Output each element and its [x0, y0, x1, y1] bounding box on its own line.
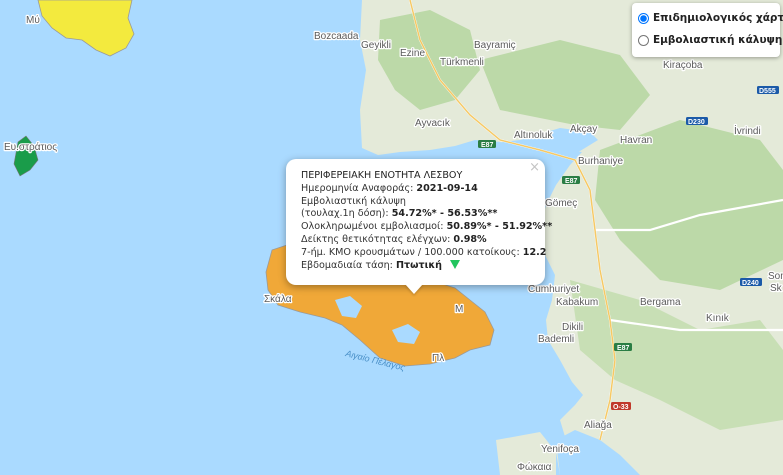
layer-control: Επιδημιολογικός χάρτης Εμβολιαστική κάλυ… — [632, 3, 783, 57]
layer-option-epidemiological[interactable]: Επιδημιολογικός χάρτης — [638, 12, 783, 24]
full-vaccination-value: 50.89%* - 51.92%** — [446, 221, 553, 233]
svg-text:E87: E87 — [481, 142, 494, 149]
radio-epidemiological[interactable] — [638, 12, 649, 24]
place-label: Geyikli — [361, 40, 391, 51]
radio-vaccination[interactable] — [638, 34, 649, 46]
trend-row: Εβδομαδιαία τάση: Πτωτική — [301, 260, 537, 273]
svg-text:E87: E87 — [565, 178, 578, 185]
report-date-label: Ημερομηνία Αναφοράς: — [301, 182, 414, 194]
place-label: Bayramiç — [474, 40, 516, 51]
coverage-label: Εμβολιαστική κάλυψη — [301, 195, 406, 207]
full-vaccination-label: Ολοκληρωμένοι εμβολιασμοί: — [301, 221, 444, 233]
report-date-row: Ημερομηνία Αναφοράς: 2021-09-14 — [301, 183, 537, 196]
svg-text:D240: D240 — [742, 280, 759, 287]
road-shield-6: D555 — [757, 86, 779, 95]
place-label: Bozcaada — [314, 31, 359, 42]
popup-tip — [405, 284, 423, 294]
place-label: Ευ.στράτιος — [4, 141, 57, 153]
positivity-value: 0.98% — [453, 233, 487, 245]
report-date-value: 2021-09-14 — [416, 182, 478, 194]
svg-text:E87: E87 — [617, 345, 630, 352]
full-vaccination-row: Ολοκληρωμένοι εμβολιασμοί: 50.89%* - 51.… — [301, 221, 552, 234]
place-label: Πλ — [432, 353, 444, 364]
first-dose-value: 54.72%* - 56.53%** — [391, 208, 498, 220]
region-popup: × ΠΕΡΙΦΕΡΕΙΑΚΗ ΕΝΟΤΗΤΑ ΛΕΣΒΟΥ Ημερομηνία… — [286, 159, 552, 285]
road-shield-2: E87 — [562, 176, 580, 185]
place-label: Havran — [620, 135, 652, 146]
place-label: Aliağa — [584, 420, 612, 431]
trend-value: Πτωτική — [395, 259, 442, 271]
place-label: Kınık — [706, 313, 730, 324]
place-label: Gömeç — [545, 198, 577, 209]
place-label: Altınoluk — [514, 130, 553, 141]
first-dose-row: (τουλαχ.1η δόση): 54.72%* - 56.53%** — [301, 208, 537, 221]
road-shield-1: E87 — [478, 140, 496, 149]
place-label: Akçay — [570, 124, 597, 135]
place-label: Soma — [768, 271, 783, 282]
svg-text:D555: D555 — [759, 88, 776, 95]
road-shield-4: D230 — [686, 117, 708, 126]
cases-row: 7-ήμ. ΚΜΟ κρουσμάτων / 100.000 κατοίκους… — [301, 246, 546, 260]
place-label: Kabakum — [556, 297, 598, 308]
place-label: İvrindi — [734, 124, 761, 137]
place-label: Cumhuriyet — [528, 284, 579, 295]
place-label: Türkmenli — [440, 57, 484, 68]
place-label: Φώκαια — [517, 461, 552, 473]
first-dose-label: (τουλαχ.1η δόση): — [301, 208, 389, 220]
layer-option-label: Επιδημιολογικός χάρτης — [653, 12, 783, 24]
place-label: Kiraçoba — [663, 60, 703, 71]
place-label: Bergama — [640, 297, 681, 308]
positivity-label: Δείκτης θετικότητας ελέγχων: — [301, 233, 451, 245]
road-shield-5: D240 — [740, 278, 762, 287]
svg-text:D230: D230 — [688, 119, 705, 126]
place-label: Μύ — [26, 14, 40, 26]
road-shield-3: E87 — [614, 343, 632, 352]
cases-value: 12.2 — [522, 246, 547, 258]
place-label: Ayvacık — [415, 118, 451, 129]
svg-text:O-33: O-33 — [613, 404, 629, 411]
place-label: Μ — [455, 304, 463, 315]
place-label: Dikili — [562, 322, 583, 333]
cases-label: 7-ήμ. ΚΜΟ κρουσμάτων / 100.000 κατοίκους… — [301, 246, 520, 258]
place-label: Yenifoça — [541, 444, 579, 455]
road-shield-7: O-33 — [611, 402, 631, 411]
trend-label: Εβδομαδιαία τάση: — [301, 259, 393, 271]
down-triangle-icon — [450, 260, 461, 270]
place-label: Sk — [770, 283, 783, 294]
positivity-row: Δείκτης θετικότητας ελέγχων: 0.98% — [301, 234, 537, 247]
layer-option-label: Εμβολιαστική κάλυψη — [653, 34, 783, 46]
layer-option-vaccination[interactable]: Εμβολιαστική κάλυψη — [638, 34, 782, 46]
place-label: Burhaniye — [578, 156, 623, 167]
place-label: Ezine — [400, 48, 425, 59]
popup-title: ΠΕΡΙΦΕΡΕΙΑΚΗ ΕΝΟΤΗΤΑ ΛΕΣΒΟΥ — [301, 170, 463, 181]
place-label: Bademli — [538, 334, 574, 345]
place-label: Σκάλα — [264, 293, 292, 305]
popup-content: ΠΕΡΙΦΕΡΕΙΑΚΗ ΕΝΟΤΗΤΑ ΛΕΣΒΟΥ Ημερομηνία Α… — [301, 170, 552, 273]
